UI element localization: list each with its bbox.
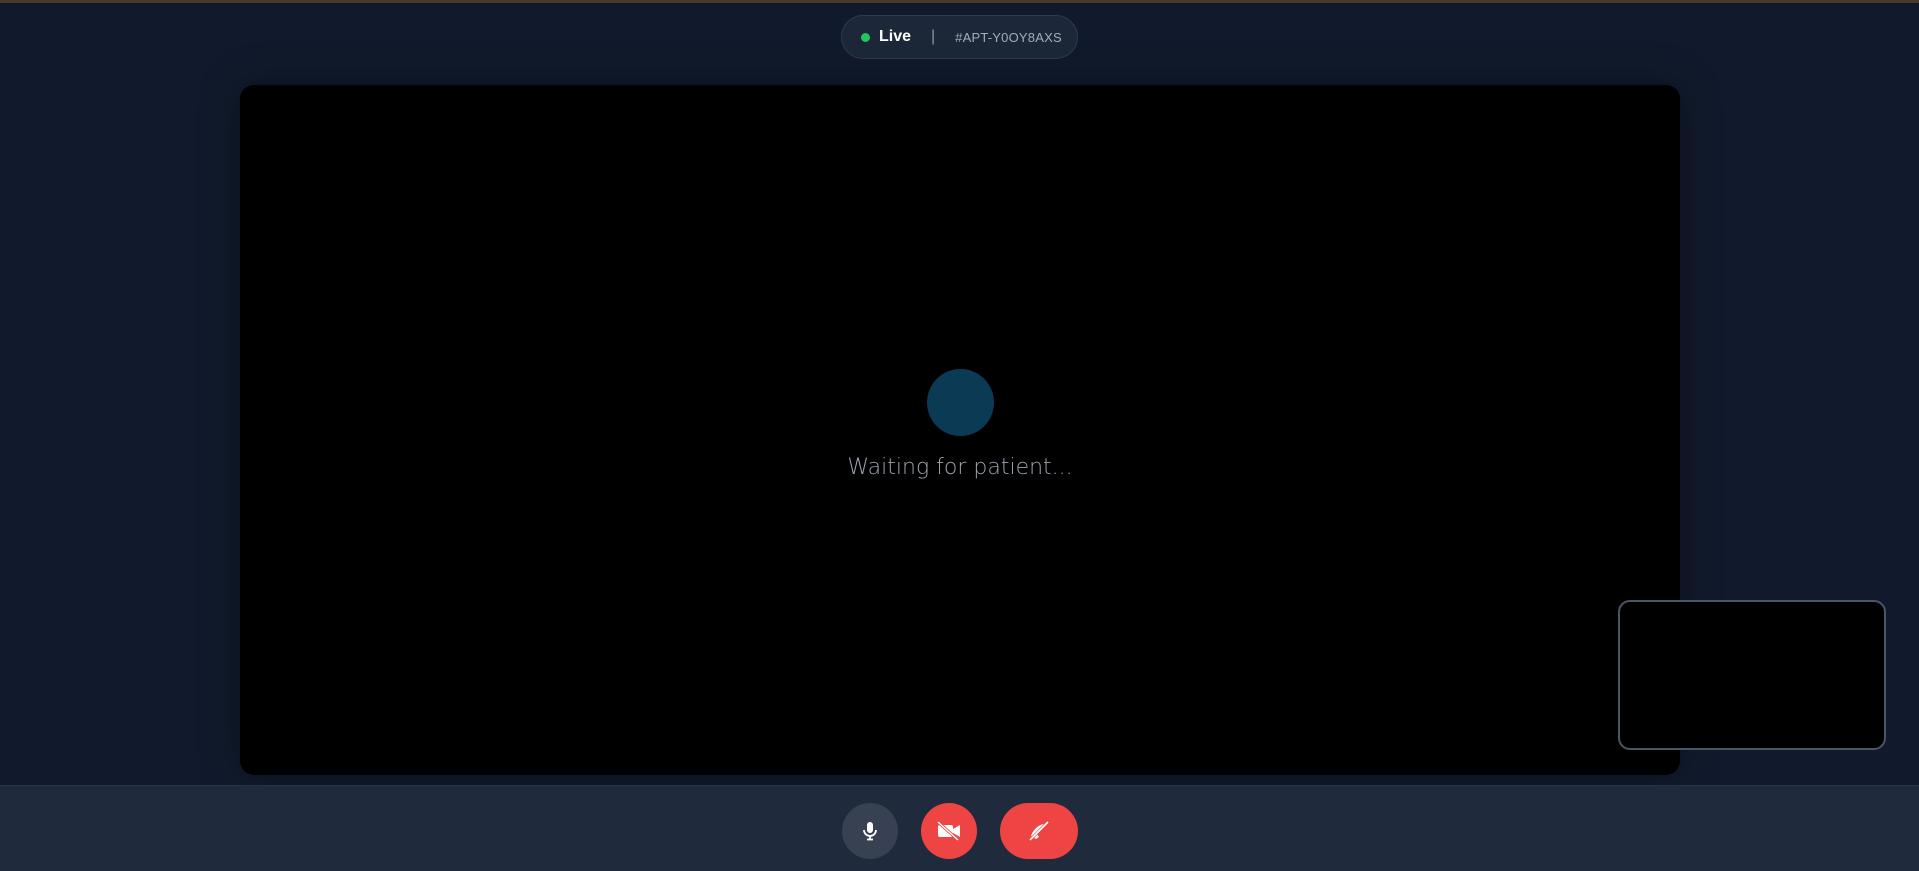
remote-video-area: Waiting for patient... xyxy=(240,85,1680,775)
live-label: Live xyxy=(879,28,912,45)
appointment-id: #APT-Y0OY8AXS xyxy=(955,29,1062,45)
status-divider: | xyxy=(931,28,936,45)
waiting-message: Waiting for patient... xyxy=(847,455,1073,480)
mute-microphone-button[interactable] xyxy=(842,803,898,859)
video-off-icon xyxy=(936,821,962,841)
phone-hangup-icon xyxy=(1027,820,1051,842)
call-control-bar xyxy=(0,785,1919,871)
microphone-icon xyxy=(861,821,879,841)
toggle-camera-button[interactable] xyxy=(921,803,977,859)
video-call-app: Live | #APT-Y0OY8AXS Waiting for patient… xyxy=(0,0,1919,871)
end-call-button[interactable] xyxy=(1000,803,1078,859)
live-indicator-dot xyxy=(861,32,870,42)
loading-spinner-icon xyxy=(927,369,994,436)
self-video-preview[interactable] xyxy=(1618,600,1886,750)
call-status-pill: Live | #APT-Y0OY8AXS xyxy=(841,15,1078,59)
